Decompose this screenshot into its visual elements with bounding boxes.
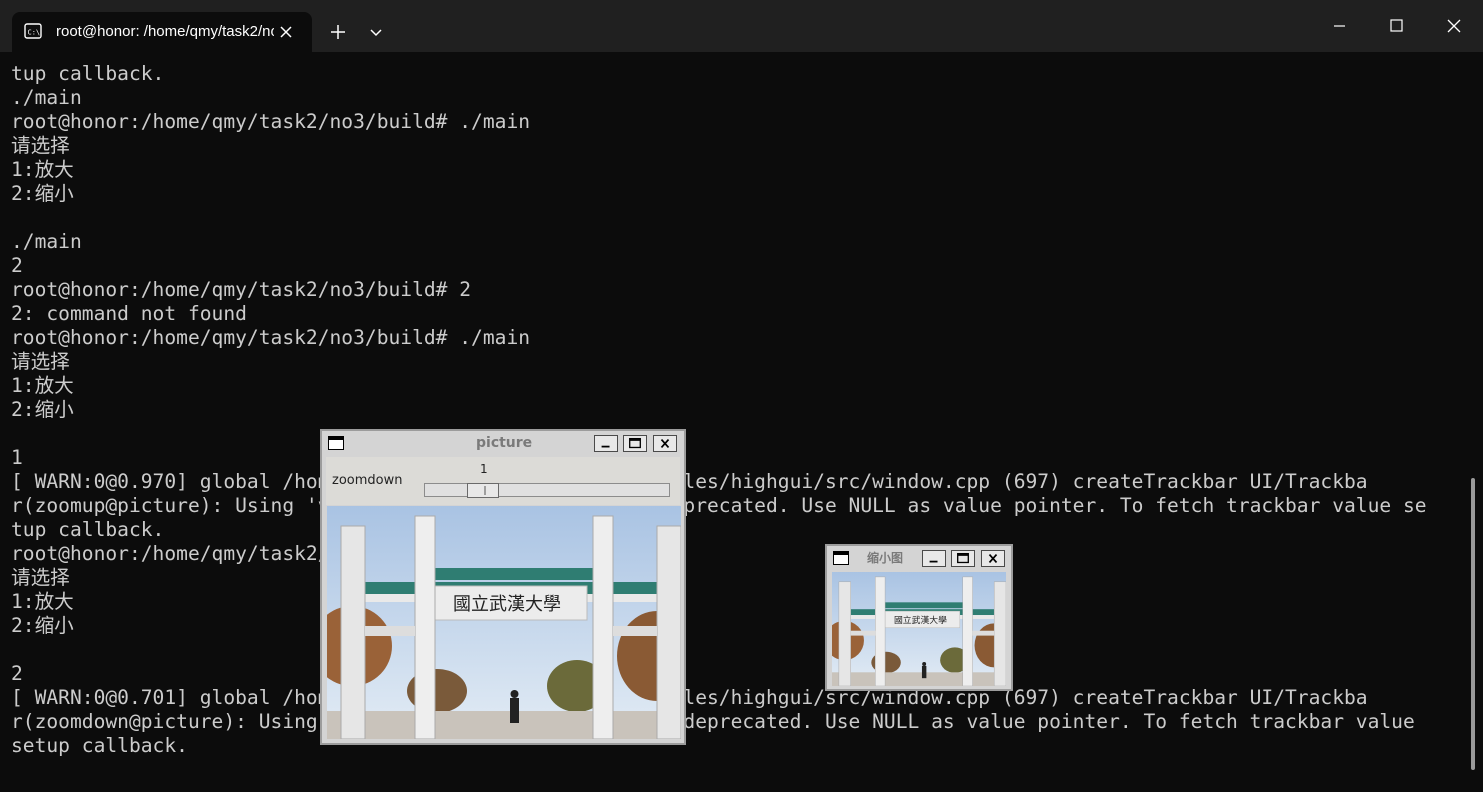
terminal-line: ./main [11,230,82,253]
terminal-line: ./main [11,86,82,109]
maximize-icon[interactable] [951,550,975,567]
maximize-icon[interactable] [1368,0,1426,52]
terminal-line: r(zoomdown@picture): Using 'value' point… [11,710,1415,733]
terminal-line: 请选择 [11,566,70,589]
terminal-line: 2:缩小 [11,182,74,205]
terminal-line: setup callback. [11,734,188,757]
terminal-line: 请选择 [11,134,70,157]
trackbar-value: 1 [480,462,488,476]
terminal-line: 2 [11,254,23,277]
new-tab-plus-icon[interactable] [326,20,350,44]
terminal-line: tup callback. [11,62,165,85]
gate-photo-small: 國立武漢大學 [832,572,1006,686]
close-tab-icon[interactable] [274,20,298,44]
close-icon[interactable] [1426,0,1483,52]
maximize-icon[interactable] [623,435,647,452]
picture-window-title: picture [476,435,533,451]
picture-window[interactable]: picture zoomdown 1 國立武漢大學 [320,429,686,745]
terminal-line: root@honor:/home/qmy/task2/no3/build# ./… [11,326,531,349]
small-image-window[interactable]: 缩小图 國立武漢大學 [825,544,1013,691]
terminal-line: 1 [11,446,23,469]
terminal-line: [ WARN:0@0.701] global /home/qmy/opencv/… [11,686,1368,709]
svg-text:國立武漢大學: 國立武漢大學 [894,614,947,626]
svg-text:國立武漢大學: 國立武漢大學 [453,594,561,615]
gate-photo: 國立武漢大學 [327,506,681,739]
small-window-title: 缩小图 [867,551,904,565]
terminal-line: root@honor:/home/qmy/task2/no3/build# ./… [11,110,531,133]
terminal-lines: tup callback. ./main root@honor:/home/qmy/… [11,62,1427,758]
trackbar-label: zoomdown [332,473,403,488]
terminal-line: 1:放大 [11,374,74,397]
terminal-line: 2:缩小 [11,398,74,421]
minimize-icon[interactable] [594,435,618,452]
terminal-line: r(zoomup@picture): Using 'value' pointer… [11,494,1427,517]
terminal-line: 1:放大 [11,590,74,613]
terminal-line: 请选择 [11,350,70,373]
tab-terminal[interactable]: C:\ root@honor: /home/qmy/task2/no3/buil… [12,12,312,52]
close-icon[interactable] [653,435,677,452]
terminal-line: 1:放大 [11,158,74,181]
terminal-line: 2: command not found [11,302,247,325]
trackbar-track[interactable] [424,483,670,497]
terminal-icon: C:\ [24,23,42,39]
terminal-line: 2 [11,662,23,685]
window-titlebar: C:\ root@honor: /home/qmy/task2/no3/buil… [0,0,1483,52]
terminal-output[interactable]: tup callback. ./main root@honor:/home/qmy/… [0,52,1483,792]
terminal-line: 2:缩小 [11,614,74,637]
terminal-line: tup callback. [11,518,165,541]
terminal-line: root@honor:/home/qmy/task2/no3/build# 2 [11,278,472,301]
terminal-line: [ WARN:0@0.970] global /home/qmy/opencv/… [11,470,1368,493]
chevron-down-icon[interactable] [364,20,388,44]
trackbar-panel: zoomdown 1 [326,457,680,505]
minimize-icon[interactable] [1310,0,1368,52]
window-menu-icon[interactable] [328,436,344,450]
scrollbar[interactable] [1471,478,1475,770]
tab-title: root@honor: /home/qmy/task2/no3/build [56,23,274,40]
minimize-icon[interactable] [922,550,946,567]
trackbar-slider-thumb[interactable] [466,483,499,498]
close-icon[interactable] [981,550,1005,567]
window-menu-icon[interactable] [833,551,849,565]
terminal-line: root@honor:/home/qmy/task2/no3/build# ./… [11,542,531,565]
svg-text:C:\: C:\ [28,29,41,37]
